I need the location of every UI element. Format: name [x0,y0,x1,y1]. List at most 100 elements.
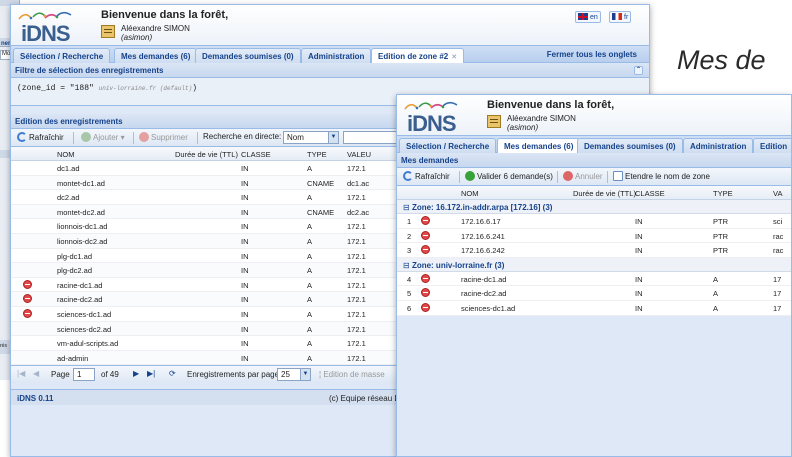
app-header: iDNS Bienvenue dans la forêt, Aléexandre… [11,5,649,46]
validate-requests-button[interactable]: Valider 6 demande(s) [465,171,553,181]
lang-en-label: en [590,14,598,21]
collapse-group-icon[interactable]: ⊟ [403,261,412,270]
request-row[interactable]: 6 sciences-dc1.ad IN A 17 [397,300,791,316]
cell-type: A [307,164,313,173]
delete-button[interactable]: Supprimer [139,132,188,142]
cell-value: 17 [773,289,782,299]
cell-type: A [713,274,719,284]
cell-value: sci [773,217,783,226]
tab-my-requests[interactable]: Mes demandes (6) [114,48,198,64]
cancel-button[interactable]: Annuler [563,171,603,181]
search-field-value: Nom [287,133,304,142]
cell-class: IN [241,324,249,334]
column-header-name[interactable]: NOM [461,189,479,198]
refresh-label: Rafraîchir [415,172,450,181]
add-button[interactable]: Ajouter ▾ [81,132,125,142]
prev-page-icon[interactable]: ◀ [33,369,39,378]
tab-label: Demandes soumises (0) [202,52,294,61]
cell-name: sciences-dc1.ad [57,309,112,319]
cell-value: 172.1 [347,193,366,203]
bulk-edit-button[interactable]: ¦ Edition de masse [319,370,385,379]
refresh-icon [403,171,413,181]
pending-delete-icon [421,230,430,240]
column-header-class[interactable]: CLASSE [635,189,665,198]
tab-selection[interactable]: Sélection / Recherche [399,138,497,154]
lang-fr-button[interactable]: fr [609,11,632,23]
cell-class: IN [241,178,249,188]
next-page-icon[interactable]: ▶ [133,369,139,378]
per-page-label: Enregistrements par page [187,370,280,380]
tab-submitted-requests[interactable]: Demandes soumises (0) [195,48,301,64]
zone-group-header[interactable]: ⊟ Zone: univ-lorraine.fr (3) [397,257,791,272]
lang-en-button[interactable]: en [575,11,601,23]
request-row[interactable]: 1 172.16.6.17 IN PTR sci [397,214,791,229]
fr-flag-icon [612,13,622,20]
request-row[interactable]: 2 172.16.6.241 IN PTR rac [397,228,791,244]
cell-class: IN [635,217,643,226]
copyright-text: (c) Equipe réseau L [329,394,399,404]
cell-name: racine-dc2.ad [57,295,103,305]
cell-value: dc1.ac [347,178,370,188]
user-name: Aléexandre SIMON [507,114,576,123]
tab-label: Sélection / Recherche [406,142,490,151]
column-header-ttl[interactable]: Durée de vie (TTL) [573,189,636,198]
refresh-button[interactable]: Rafraîchir [17,132,64,142]
cell-name: montet-dc1.ad [57,178,105,188]
close-all-tabs-button[interactable]: Fermer tous les onglets [547,50,637,59]
tab-label: Administration [690,142,747,151]
screenshot-stage: ner Mo rés iDNS Bienvenue dans la forêt, [0,0,792,457]
cell-type: A [307,236,313,246]
per-page-select[interactable]: 25 ▼ [277,368,311,382]
column-header-ttl[interactable]: Durée de vie (TTL) [175,150,238,159]
refresh-button[interactable]: Rafraîchir [403,171,450,181]
toolbar-separator [197,132,198,144]
bulk-edit-label: Edition de masse [323,370,385,380]
collapse-group-icon[interactable]: ⊟ [403,203,412,212]
column-header-value[interactable]: VALEU [347,150,371,159]
cell-class: IN [241,193,249,203]
overlay-caption: Mes de [677,45,766,75]
cell-value: 172.1 [347,353,366,363]
request-row[interactable]: 5 racine-dc2.ad IN A 17 [397,286,791,301]
chevron-down-icon: ▼ [328,132,338,143]
zone-group-header[interactable]: ⊟ Zone: 16.172.in-addr.arpa [172.16] (3) [397,200,791,214]
toolbar-separator [557,171,558,183]
welcome-text: Bienvenue dans la forêt, [487,99,615,111]
tab-administration[interactable]: Administration [301,48,372,64]
cell-name: plg-dc2.ad [57,266,93,276]
filter-expression-text: (zone_id = "188" [17,84,94,93]
search-field-select[interactable]: Nom ▼ [283,131,339,144]
cell-value: 172.1 [347,309,366,319]
tab-selection[interactable]: Sélection / Recherche [13,48,111,64]
filter-panel-title-text: Filtre de sélection des enregistrements [15,66,164,75]
column-header-value[interactable]: VA [773,189,782,198]
column-header-name[interactable]: NOM [57,150,75,159]
column-header-class[interactable]: CLASSE [241,150,271,159]
pager-refresh-icon[interactable]: ⟳ [169,369,176,378]
close-tab-icon[interactable]: ✕ [451,54,457,61]
last-page-icon[interactable]: ▶| [147,369,155,378]
requests-table-header: NOM Durée de vie (TTL) CLASSE TYPE VA [397,186,791,200]
column-header-type[interactable]: TYPE [307,150,327,159]
request-row[interactable]: 4 racine-dc1.ad IN A 17 [397,271,791,287]
tab-label: Mes demandes (6) [121,52,191,61]
cell-type: A [307,309,313,319]
tab-administration[interactable]: Administration [683,138,754,154]
chevron-down-icon: ▼ [300,369,310,381]
pending-delete-icon [421,288,430,298]
expand-zone-name-button[interactable]: Etendre le nom de zone [613,171,710,181]
tab-label: Mes demandes (6) [504,142,574,151]
tab-zone-edit[interactable]: Edition [753,138,791,154]
tab-submitted-requests[interactable]: Demandes soumises (0) [577,138,683,154]
page-label: Page [51,370,70,380]
collapse-icon[interactable]: ⌃ [634,66,643,75]
request-row[interactable]: 3 172.16.6.242 IN PTR rac [397,243,791,258]
requests-table-body: ⊟ Zone: 16.172.in-addr.arpa [172.16] (3)… [397,200,791,316]
background-window-footer-fragment: rés [0,343,7,349]
cell-value: 172.1 [347,266,366,276]
column-header-type[interactable]: TYPE [713,189,733,198]
first-page-icon[interactable]: |◀ [17,369,25,378]
lang-fr-label: fr [624,14,629,21]
row-number: 4 [407,274,412,284]
page-number-input[interactable]: 1 [73,368,95,382]
